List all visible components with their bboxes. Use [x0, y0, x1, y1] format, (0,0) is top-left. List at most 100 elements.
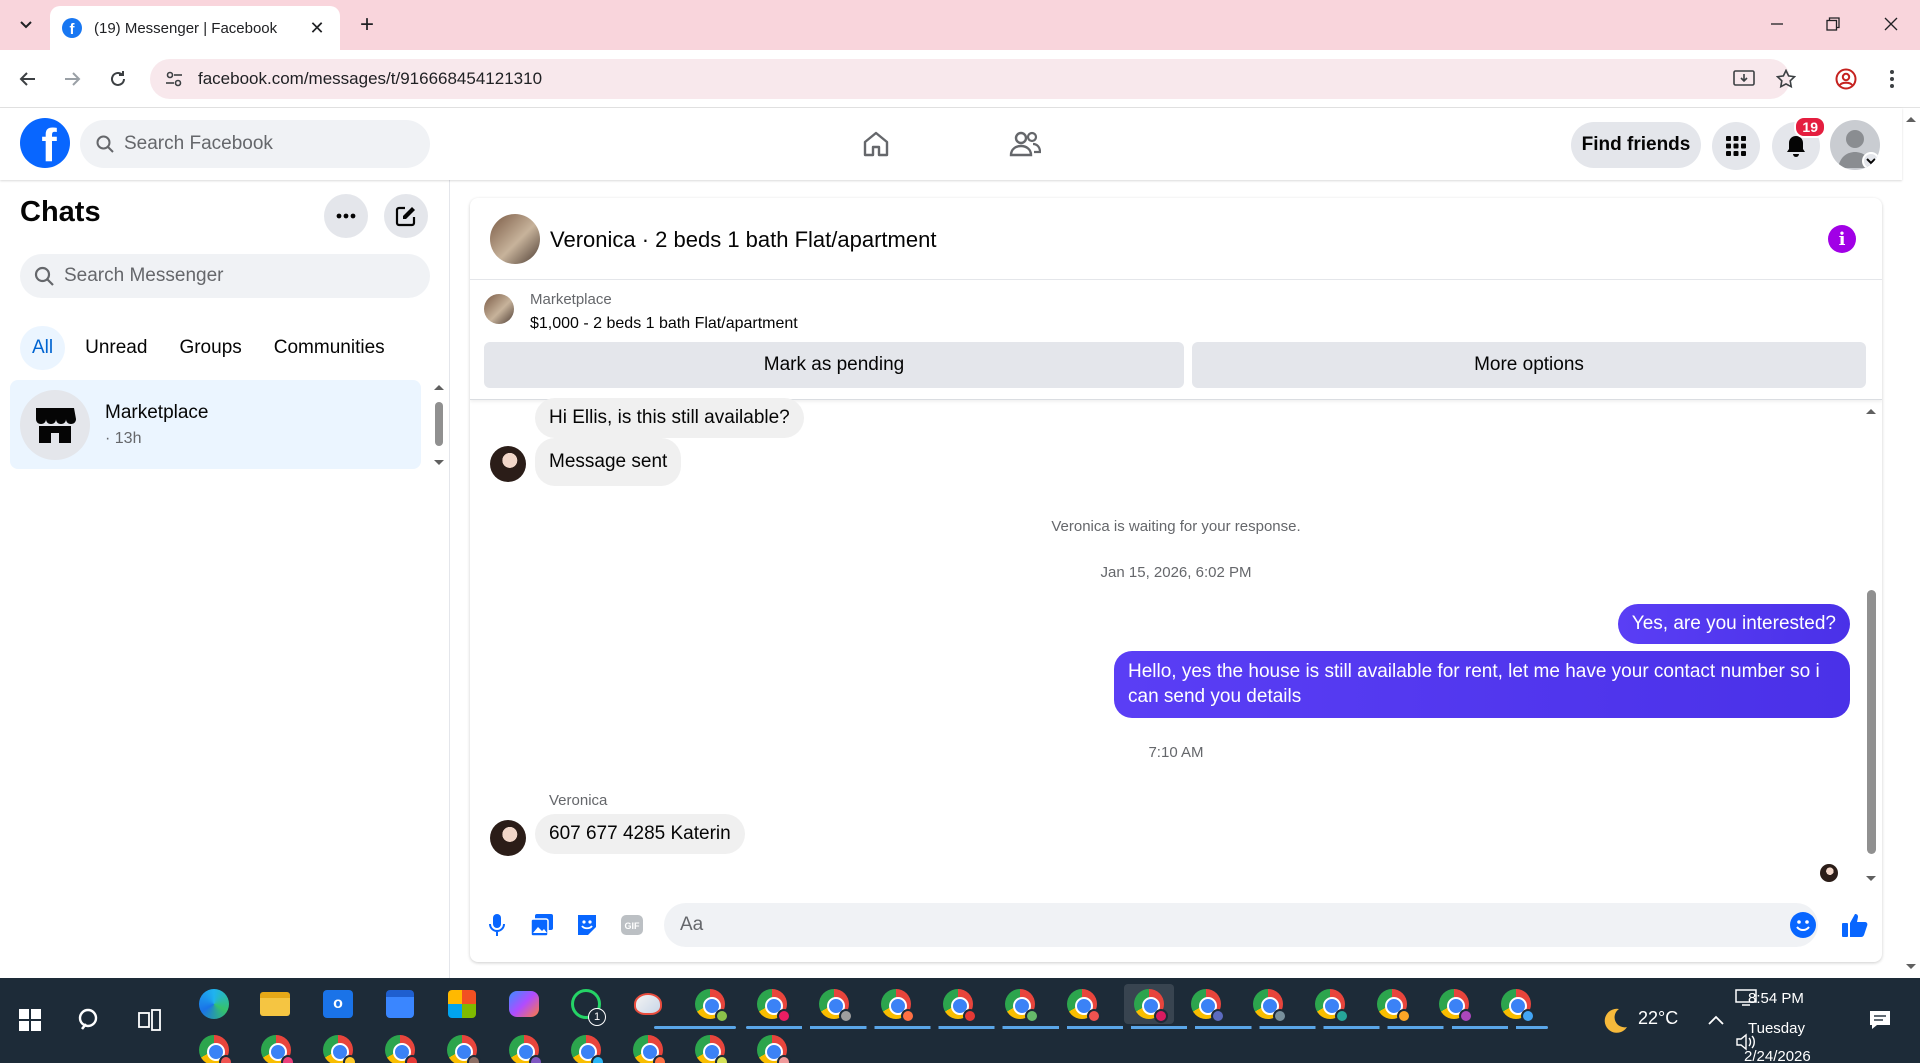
- clock-day[interactable]: Tuesday: [1748, 1020, 1805, 1037]
- chrome-window-icon-active[interactable]: [1124, 984, 1174, 1024]
- outlook-app-icon[interactable]: o: [318, 984, 358, 1024]
- chrome-window-icon[interactable]: [566, 1030, 606, 1063]
- tab-title: (19) Messenger | Facebook: [94, 19, 278, 37]
- browser-menu-button[interactable]: [1876, 63, 1908, 95]
- chrome-window-icon[interactable]: [504, 1030, 544, 1063]
- close-window-button[interactable]: [1866, 8, 1916, 40]
- chrome-window-icon[interactable]: [194, 1030, 234, 1063]
- message-bubble-outgoing[interactable]: Hello, yes the house is still available …: [1114, 651, 1850, 719]
- bookmark-button[interactable]: [1770, 63, 1802, 95]
- listing-thumbnail[interactable]: [484, 294, 514, 324]
- chrome-window-icon[interactable]: [1310, 984, 1350, 1024]
- find-friends-button[interactable]: Find friends: [1571, 122, 1701, 168]
- chrome-window-icon[interactable]: [690, 984, 730, 1024]
- conversation-title[interactable]: Veronica · 2 beds 1 bath Flat/apartment: [550, 227, 936, 253]
- notification-center-button[interactable]: [1860, 1000, 1900, 1040]
- clock-time[interactable]: 8:54 PM: [1748, 990, 1804, 1007]
- chat-list-item-marketplace[interactable]: Marketplace · 13h: [10, 380, 421, 469]
- friends-nav-button[interactable]: [1003, 122, 1047, 166]
- whatsapp-app-icon[interactable]: 1: [566, 984, 606, 1026]
- chrome-window-icon[interactable]: [1434, 984, 1474, 1024]
- page-scrollbar[interactable]: [1902, 108, 1920, 978]
- back-button[interactable]: [12, 63, 44, 95]
- chrome-window-icon[interactable]: [938, 984, 978, 1024]
- paint-app-icon[interactable]: [628, 984, 668, 1024]
- message-bubble-outgoing[interactable]: Yes, are you interested?: [1617, 604, 1850, 644]
- message-scroll-thumb[interactable]: [1867, 590, 1876, 854]
- menu-grid-button[interactable]: [1712, 122, 1760, 170]
- tab-close-icon[interactable]: ✕: [306, 18, 328, 39]
- mark-as-pending-button[interactable]: Mark as pending: [484, 342, 1184, 388]
- reload-button[interactable]: [102, 63, 134, 95]
- filter-communities[interactable]: Communities: [262, 326, 397, 370]
- edge-app-icon[interactable]: [194, 984, 234, 1024]
- facebook-search-input[interactable]: Search Facebook: [80, 120, 430, 168]
- sender-avatar[interactable]: [490, 446, 526, 482]
- chrome-window-icon[interactable]: [814, 984, 854, 1024]
- like-button[interactable]: [1838, 908, 1872, 942]
- chrome-window-icon[interactable]: [752, 1030, 792, 1063]
- file-explorer-icon[interactable]: [255, 984, 295, 1024]
- install-app-button[interactable]: [1728, 63, 1760, 95]
- new-message-button[interactable]: [384, 194, 428, 238]
- forward-button[interactable]: [56, 63, 88, 95]
- start-button[interactable]: [10, 1000, 50, 1040]
- notifications-button[interactable]: 19: [1772, 116, 1826, 170]
- listing-title[interactable]: $1,000 - 2 beds 1 bath Flat/apartment: [530, 315, 798, 333]
- task-view-button[interactable]: [130, 1000, 170, 1040]
- attach-photo-button[interactable]: [525, 908, 559, 942]
- emoji-icon[interactable]: [1790, 912, 1816, 938]
- taskbar-search-button[interactable]: [70, 1000, 110, 1040]
- site-settings-icon[interactable]: [162, 70, 186, 88]
- info-icon[interactable]: i: [1828, 225, 1856, 253]
- weather-temperature[interactable]: 22°C: [1638, 1008, 1678, 1029]
- chrome-window-icon[interactable]: [1062, 984, 1102, 1024]
- chrome-window-icon[interactable]: [318, 1030, 358, 1063]
- clock-date[interactable]: 2/24/2026: [1744, 1048, 1811, 1063]
- chrome-window-icon[interactable]: [380, 1030, 420, 1063]
- chats-options-button[interactable]: [324, 194, 368, 238]
- home-nav-button[interactable]: [854, 122, 898, 166]
- filter-groups[interactable]: Groups: [167, 326, 253, 370]
- copilot-app-icon[interactable]: [504, 984, 544, 1024]
- gif-button[interactable]: GIF: [615, 908, 649, 942]
- facebook-logo-icon[interactable]: f: [20, 118, 70, 168]
- filter-all[interactable]: All: [20, 326, 66, 370]
- browser-tab[interactable]: f (19) Messenger | Facebook ✕: [50, 6, 340, 50]
- chrome-window-icon[interactable]: [628, 1030, 668, 1063]
- sticker-button[interactable]: [570, 908, 604, 942]
- calendar-app-icon[interactable]: [380, 984, 420, 1024]
- store-app-icon[interactable]: [442, 984, 482, 1024]
- moon-weather-icon[interactable]: [1594, 1000, 1634, 1040]
- account-avatar[interactable]: [1830, 120, 1880, 170]
- message-bubble-incoming[interactable]: 607 677 4285 Katerin: [535, 814, 745, 854]
- chat-list-scrollbar[interactable]: [432, 382, 446, 468]
- chrome-window-icon[interactable]: [442, 1030, 482, 1063]
- profile-button[interactable]: [1830, 63, 1862, 95]
- voice-clip-button[interactable]: [480, 908, 514, 942]
- chrome-window-icon[interactable]: [1496, 984, 1536, 1024]
- message-scrollbar[interactable]: [1864, 400, 1878, 890]
- conversation-avatar[interactable]: [490, 214, 540, 264]
- chrome-window-icon[interactable]: [690, 1030, 730, 1063]
- address-bar[interactable]: facebook.com/messages/t/916668454121310: [150, 59, 1790, 99]
- restore-button[interactable]: [1808, 8, 1858, 40]
- message-bubble-incoming[interactable]: Message sent: [535, 438, 682, 486]
- chrome-window-icon[interactable]: [1000, 984, 1040, 1024]
- more-options-button[interactable]: More options: [1192, 342, 1866, 388]
- chrome-window-icon[interactable]: [752, 984, 792, 1024]
- minimize-button[interactable]: [1752, 8, 1802, 40]
- messenger-search-input[interactable]: Search Messenger: [20, 254, 430, 298]
- chrome-window-icon[interactable]: [256, 1030, 296, 1063]
- tab-search-button[interactable]: [10, 10, 42, 40]
- chrome-window-icon[interactable]: [876, 984, 916, 1024]
- chat-list-scroll-thumb[interactable]: [435, 402, 443, 446]
- message-input[interactable]: [664, 903, 1818, 947]
- new-tab-button[interactable]: +: [352, 10, 382, 40]
- chrome-window-icon[interactable]: [1248, 984, 1288, 1024]
- message-bubble-incoming[interactable]: Hi Ellis, is this still available?: [535, 398, 804, 438]
- chrome-window-icon[interactable]: [1186, 984, 1226, 1024]
- chrome-window-icon[interactable]: [1372, 984, 1412, 1024]
- sender-avatar[interactable]: [490, 820, 526, 856]
- filter-unread[interactable]: Unread: [73, 326, 159, 370]
